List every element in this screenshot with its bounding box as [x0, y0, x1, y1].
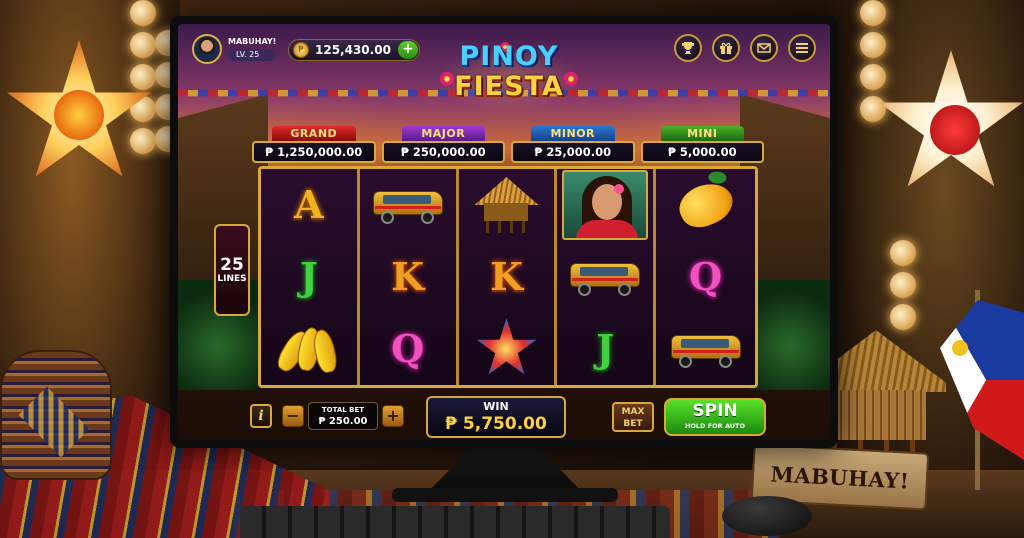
jeepney-symbol — [372, 185, 443, 225]
jackpot-minor: MINOR ₱ 25,000.00 — [511, 126, 635, 166]
reel-cell — [557, 169, 653, 241]
jackpot-grand: GRAND ₱ 1,250,000.00 — [252, 126, 376, 166]
player-profile[interactable]: MABUHAY! LV. 25 — [192, 34, 277, 64]
coin-balance-value: 125,430.00 — [315, 43, 391, 57]
coin-icon: ₱ — [293, 42, 309, 58]
reel-1: A J — [261, 169, 360, 385]
jackpot-major: MAJOR ₱ 250,000.00 — [381, 126, 505, 166]
reel-cell: Q — [360, 313, 456, 385]
hud-icon-group — [674, 34, 816, 62]
symbol-j: J — [596, 326, 615, 371]
lantern-glow — [930, 105, 980, 155]
win-display: WIN ₱ 5,750.00 — [426, 396, 566, 438]
symbol-j: J — [299, 254, 318, 299]
lantern-glow — [54, 90, 104, 140]
jackpot-value: ₱ 25,000.00 — [511, 141, 635, 163]
game-title-logo: PINOY FIESTA — [434, 42, 584, 116]
player-name: MABUHAY! — [228, 36, 277, 46]
reel-cell — [459, 169, 555, 241]
mail-icon[interactable] — [750, 34, 778, 62]
reel-cell — [656, 169, 755, 241]
reel-cell — [557, 241, 653, 313]
jackpot-value: ₱ 250,000.00 — [381, 141, 505, 163]
reel-cell — [656, 313, 755, 385]
parol-symbol — [476, 318, 537, 375]
reel-cell — [360, 169, 456, 241]
spin-sublabel: HOLD FOR AUTO — [684, 422, 746, 430]
jackpot-value: ₱ 1,250,000.00 — [252, 141, 376, 163]
woven-basket — [0, 350, 112, 480]
title-line-1: PINOY — [459, 41, 559, 72]
title-line-2: FIESTA — [454, 71, 564, 102]
increase-bet-button[interactable]: + — [382, 405, 404, 427]
total-bet-value: ₱ 250.00 — [318, 416, 368, 427]
player-level: LV. 25 — [228, 48, 277, 61]
reel-5: Q — [656, 169, 755, 385]
max-bet-button[interactable]: MAX BET — [612, 402, 654, 432]
bottom-hud: i − TOTAL BET ₱ 250.00 + WIN ₱ 5,750.00 … — [250, 396, 766, 440]
dalaga-wild-symbol — [562, 170, 649, 240]
banana-symbol — [273, 325, 341, 376]
mouse — [722, 496, 812, 536]
add-coins-button[interactable]: + — [398, 41, 418, 59]
coin-balance: ₱ 125,430.00 + — [288, 39, 420, 61]
capiz-shell-chime — [130, 0, 156, 154]
symbol-q: Q — [689, 254, 723, 299]
reel-cell: A — [261, 169, 357, 241]
bahay-kubo-symbol — [474, 177, 539, 233]
info-button[interactable]: i — [250, 404, 272, 428]
reel-4: J — [557, 169, 657, 385]
total-bet-label: TOTAL BET — [321, 406, 365, 414]
reel-cell: J — [557, 313, 653, 385]
symbol-q: Q — [391, 326, 425, 371]
symbol-k: K — [489, 254, 523, 299]
decrease-bet-button[interactable]: − — [282, 405, 304, 427]
symbol-a: A — [294, 182, 324, 227]
reel-cell — [261, 313, 357, 385]
mango-symbol — [672, 175, 739, 235]
reel-2: K Q — [359, 169, 459, 385]
jackpot-value: ₱ 5,000.00 — [640, 141, 764, 163]
avatar[interactable] — [192, 34, 222, 64]
win-value: ₱ 5,750.00 — [445, 414, 547, 434]
reel-cell: J — [261, 241, 357, 313]
symbol-k: K — [391, 254, 425, 299]
reel-cell — [459, 313, 555, 385]
reel-cell: K — [459, 241, 555, 313]
jackpot-label: GRAND — [272, 126, 356, 141]
max-bet-label-line2: BET — [623, 419, 643, 429]
jackpot-label: MAJOR — [401, 126, 485, 141]
keyboard — [240, 506, 670, 538]
total-bet-display: TOTAL BET ₱ 250.00 — [308, 402, 378, 430]
paylines-indicator: 25 LINES — [214, 224, 250, 316]
jackpot-label: MINOR — [531, 126, 615, 141]
spin-button[interactable]: SPIN HOLD FOR AUTO — [664, 398, 766, 436]
reel-cell: Q — [656, 241, 755, 313]
reel-cell: K — [360, 241, 456, 313]
max-bet-label-line1: MAX — [621, 407, 645, 417]
monitor: MABUHAY! LV. 25 ₱ 125,430.00 + PINOY FIE… — [170, 16, 838, 448]
trophy-icon[interactable] — [674, 34, 702, 62]
jeepney-symbol — [570, 257, 641, 297]
paylines-count: 25 — [220, 255, 244, 275]
jackpot-mini: MINI ₱ 5,000.00 — [640, 126, 764, 166]
reel-grid: A J K Q K J Q — [258, 166, 758, 388]
game-screen: MABUHAY! LV. 25 ₱ 125,430.00 + PINOY FIE… — [178, 24, 830, 440]
paylines-label: LINES — [217, 274, 247, 284]
reel-3: K — [458, 169, 558, 385]
gift-icon[interactable] — [712, 34, 740, 62]
menu-icon[interactable] — [788, 34, 816, 62]
foliage-right — [750, 280, 830, 390]
jackpot-label: MINI — [660, 126, 744, 141]
capiz-shell-chime — [890, 240, 916, 330]
win-label: WIN — [483, 400, 509, 413]
jeepney-symbol — [670, 329, 741, 369]
player-info: MABUHAY! LV. 25 — [228, 36, 277, 61]
spin-label: SPIN — [692, 401, 738, 421]
jackpot-bar: GRAND ₱ 1,250,000.00 MAJOR ₱ 250,000.00 … — [252, 126, 764, 166]
sign-text: MABUHAY! — [769, 460, 911, 494]
monitor-base — [392, 488, 618, 502]
